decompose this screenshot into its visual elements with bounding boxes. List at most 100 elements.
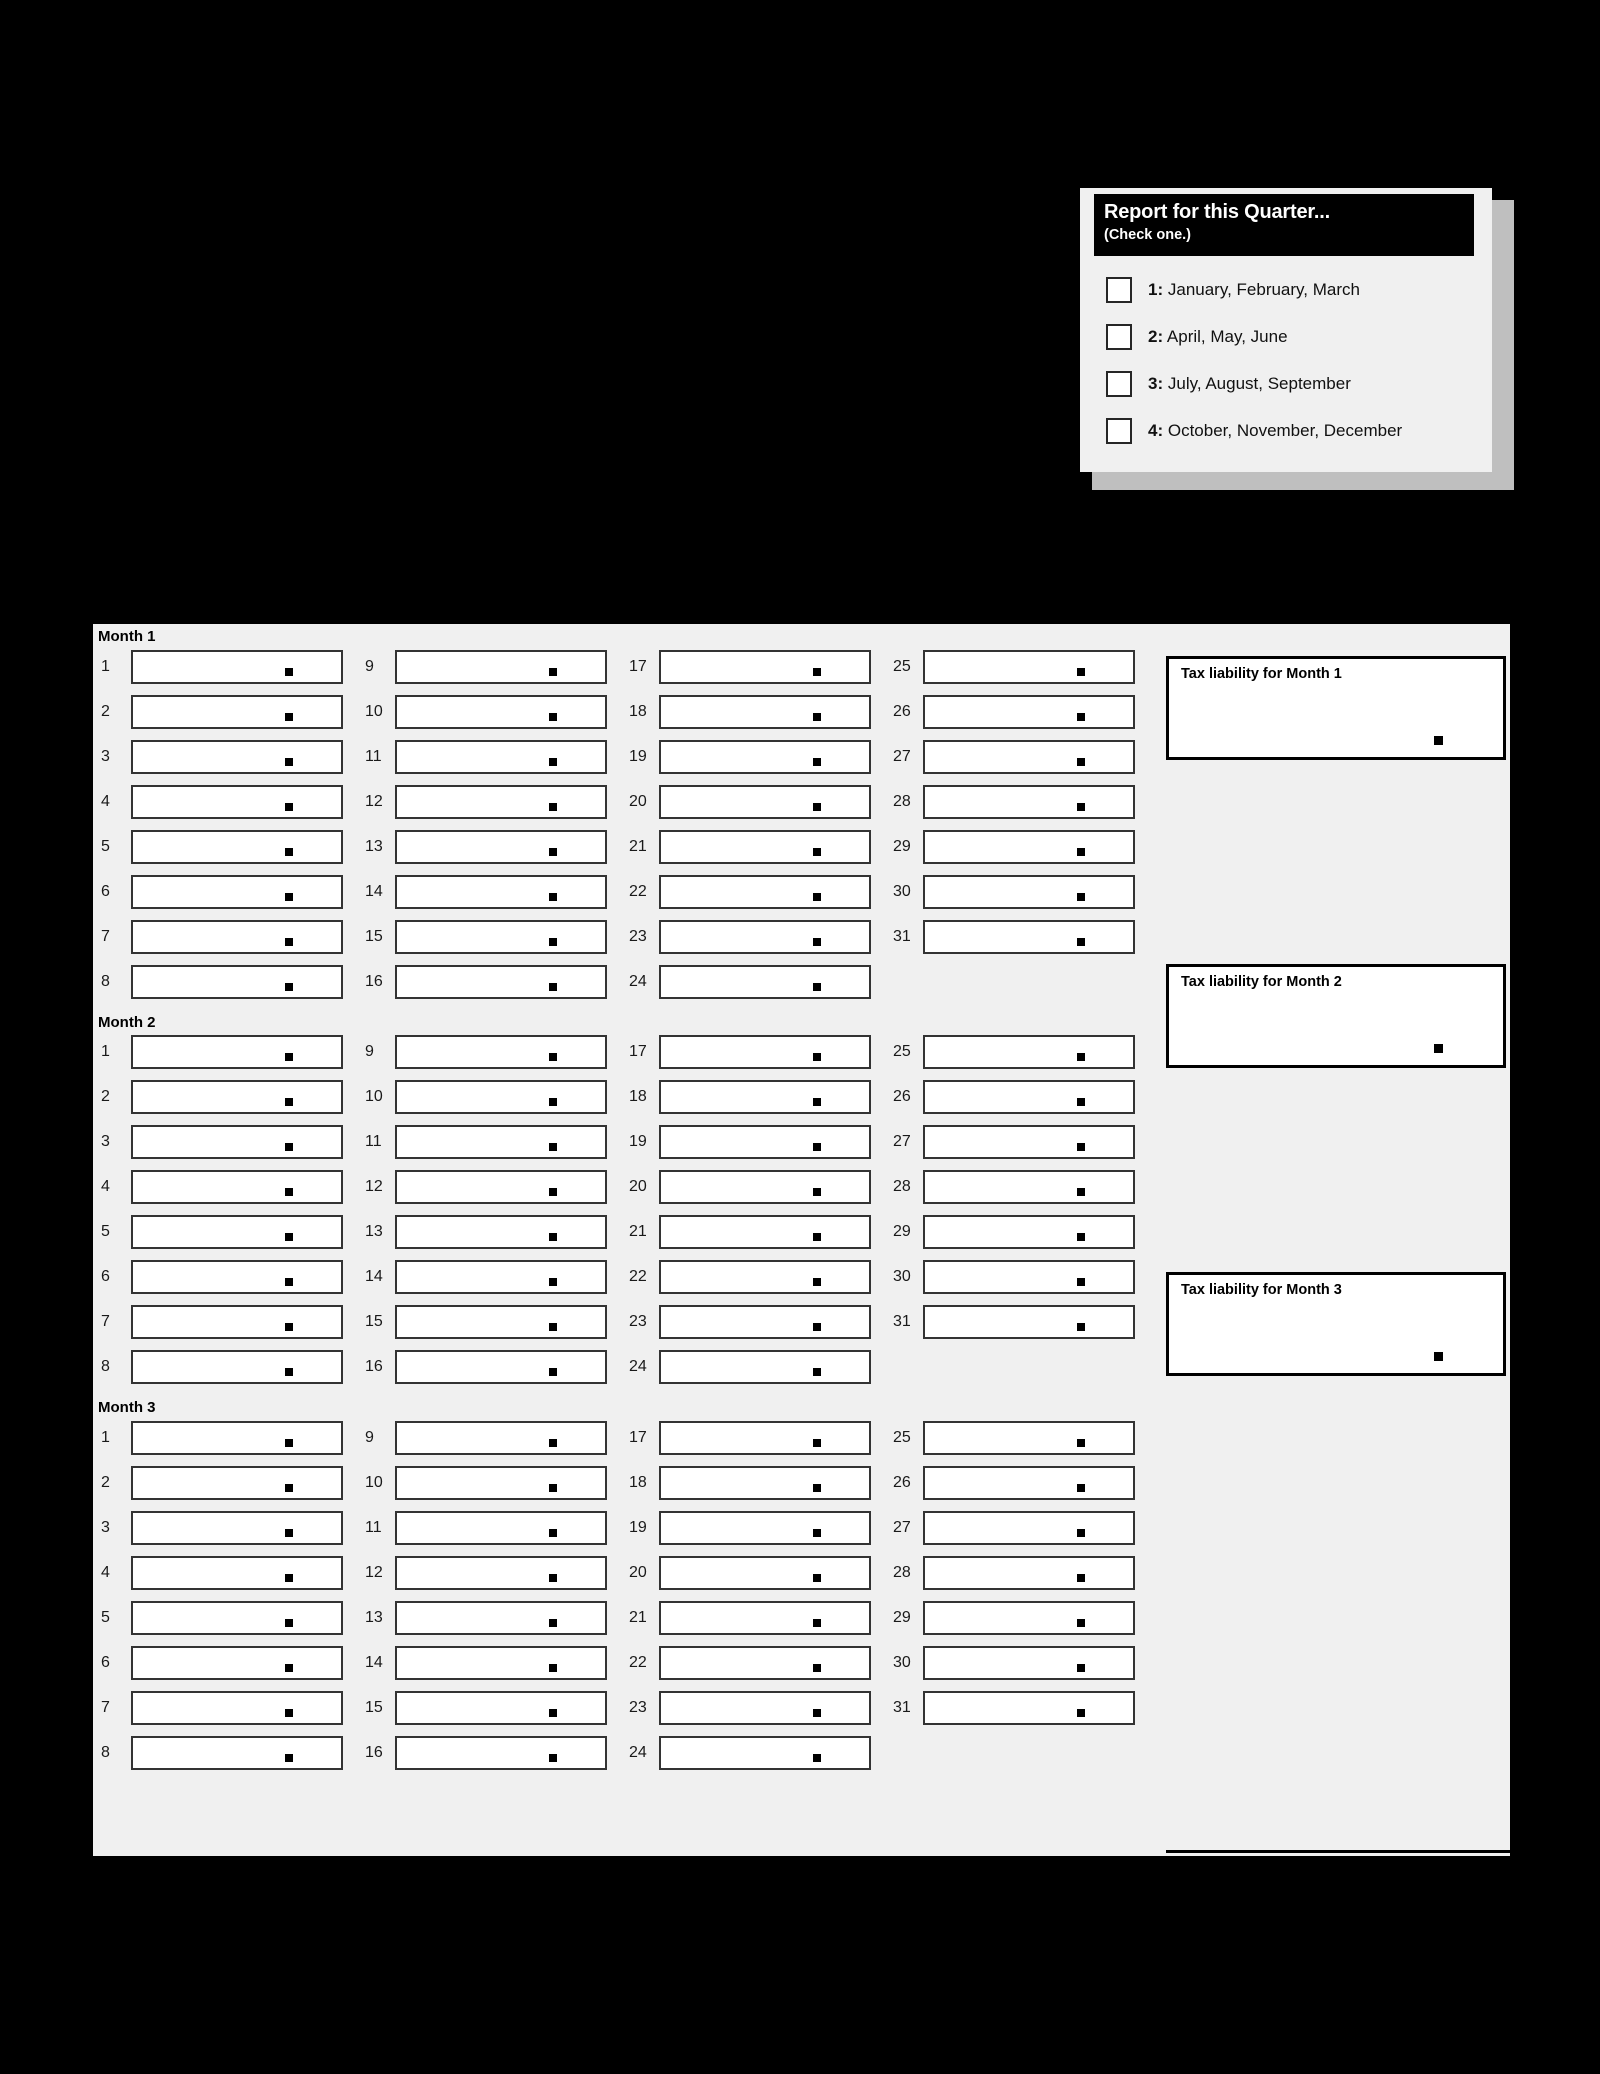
day-amount-field[interactable]: [131, 784, 343, 819]
day-amount-field[interactable]: [659, 1600, 871, 1635]
day-amount-field[interactable]: [659, 919, 871, 954]
day-amount-field[interactable]: [923, 919, 1135, 954]
day-amount-field[interactable]: [131, 829, 343, 864]
day-amount-field[interactable]: [131, 1465, 343, 1500]
day-amount-field[interactable]: [131, 1170, 343, 1204]
day-amount-field[interactable]: [395, 694, 607, 729]
quarter-option-2[interactable]: 2: April, May, June: [1094, 313, 1486, 360]
day-amount-field[interactable]: [659, 1555, 871, 1590]
day-amount-field[interactable]: [395, 1350, 607, 1384]
day-amount-field[interactable]: [131, 1260, 343, 1294]
day-amount-field[interactable]: [395, 1215, 607, 1249]
day-amount-field[interactable]: [395, 784, 607, 819]
day-amount-field[interactable]: [395, 1420, 607, 1455]
day-amount-field[interactable]: [923, 1420, 1135, 1455]
day-amount-field[interactable]: [131, 1350, 343, 1384]
day-amount-field[interactable]: [395, 1510, 607, 1545]
quarter-checkbox-4[interactable]: [1106, 417, 1132, 444]
day-amount-field[interactable]: [131, 1305, 343, 1339]
day-amount-field[interactable]: [659, 1170, 871, 1204]
day-amount-field[interactable]: [659, 1035, 871, 1069]
day-amount-field[interactable]: [659, 1305, 871, 1339]
day-amount-field[interactable]: [395, 829, 607, 864]
day-amount-field[interactable]: [659, 784, 871, 819]
day-amount-field[interactable]: [923, 1555, 1135, 1590]
day-amount-field[interactable]: [923, 694, 1135, 729]
day-amount-field[interactable]: [395, 649, 607, 684]
day-amount-field[interactable]: [395, 739, 607, 774]
day-amount-field[interactable]: [395, 874, 607, 909]
day-amount-field[interactable]: [659, 1080, 871, 1114]
day-amount-field[interactable]: [659, 1510, 871, 1545]
day-amount-field[interactable]: [923, 1215, 1135, 1249]
day-amount-field[interactable]: [131, 919, 343, 954]
day-amount-field[interactable]: [395, 1465, 607, 1500]
day-amount-field[interactable]: [659, 1125, 871, 1159]
day-amount-field[interactable]: [131, 1035, 343, 1069]
day-amount-field[interactable]: [131, 1690, 343, 1725]
day-amount-field[interactable]: [395, 1170, 607, 1204]
day-amount-field[interactable]: [659, 1645, 871, 1680]
day-amount-field[interactable]: [395, 1600, 607, 1635]
day-amount-field[interactable]: [395, 1035, 607, 1069]
day-amount-field[interactable]: [659, 739, 871, 774]
day-amount-field[interactable]: [131, 964, 343, 999]
day-amount-field[interactable]: [923, 1510, 1135, 1545]
tax-liability-field-2[interactable]: Tax liability for Month 2: [1166, 964, 1506, 1068]
day-amount-field[interactable]: [131, 874, 343, 909]
day-amount-field[interactable]: [395, 964, 607, 999]
day-amount-field[interactable]: [131, 649, 343, 684]
quarter-option-4[interactable]: 4: October, November, December: [1094, 407, 1486, 454]
day-amount-field[interactable]: [395, 1645, 607, 1680]
quarter-checkbox-3[interactable]: [1106, 370, 1132, 397]
day-amount-field[interactable]: [395, 1690, 607, 1725]
day-amount-field[interactable]: [923, 1645, 1135, 1680]
day-amount-field[interactable]: [131, 1125, 343, 1159]
day-amount-field[interactable]: [131, 739, 343, 774]
day-amount-field[interactable]: [923, 874, 1135, 909]
day-amount-field[interactable]: [131, 1215, 343, 1249]
day-amount-field[interactable]: [923, 739, 1135, 774]
day-amount-field[interactable]: [659, 1735, 871, 1770]
day-amount-field[interactable]: [659, 1420, 871, 1455]
day-amount-field[interactable]: [395, 1260, 607, 1294]
day-amount-field[interactable]: [659, 1260, 871, 1294]
day-amount-field[interactable]: [131, 1735, 343, 1770]
day-amount-field[interactable]: [659, 1215, 871, 1249]
day-amount-field[interactable]: [923, 784, 1135, 819]
day-amount-field[interactable]: [923, 1305, 1135, 1339]
day-amount-field[interactable]: [923, 649, 1135, 684]
day-amount-field[interactable]: [923, 1125, 1135, 1159]
day-amount-field[interactable]: [923, 1465, 1135, 1500]
day-amount-field[interactable]: [659, 874, 871, 909]
day-amount-field[interactable]: [923, 829, 1135, 864]
day-amount-field[interactable]: [659, 1690, 871, 1725]
day-amount-field[interactable]: [131, 1080, 343, 1114]
quarter-option-1[interactable]: 1: January, February, March: [1094, 266, 1486, 313]
day-amount-field[interactable]: [659, 1350, 871, 1384]
day-amount-field[interactable]: [659, 649, 871, 684]
day-amount-field[interactable]: [923, 1600, 1135, 1635]
day-amount-field[interactable]: [395, 1125, 607, 1159]
quarter-checkbox-2[interactable]: [1106, 323, 1132, 350]
day-amount-field[interactable]: [923, 1170, 1135, 1204]
day-amount-field[interactable]: [395, 1735, 607, 1770]
day-amount-field[interactable]: [131, 1600, 343, 1635]
day-amount-field[interactable]: [131, 1420, 343, 1455]
day-amount-field[interactable]: [659, 1465, 871, 1500]
day-amount-field[interactable]: [923, 1080, 1135, 1114]
day-amount-field[interactable]: [131, 694, 343, 729]
tax-liability-field-3[interactable]: Tax liability for Month 3: [1166, 1272, 1506, 1376]
day-amount-field[interactable]: [131, 1645, 343, 1680]
day-amount-field[interactable]: [659, 829, 871, 864]
day-amount-field[interactable]: [131, 1555, 343, 1590]
day-amount-field[interactable]: [659, 964, 871, 999]
day-amount-field[interactable]: [923, 1260, 1135, 1294]
tax-liability-field-1[interactable]: Tax liability for Month 1: [1166, 656, 1506, 760]
day-amount-field[interactable]: [395, 1555, 607, 1590]
day-amount-field[interactable]: [923, 1035, 1135, 1069]
day-amount-field[interactable]: [395, 1080, 607, 1114]
quarter-checkbox-1[interactable]: [1106, 276, 1132, 303]
quarter-option-3[interactable]: 3: July, August, September: [1094, 360, 1486, 407]
day-amount-field[interactable]: [131, 1510, 343, 1545]
